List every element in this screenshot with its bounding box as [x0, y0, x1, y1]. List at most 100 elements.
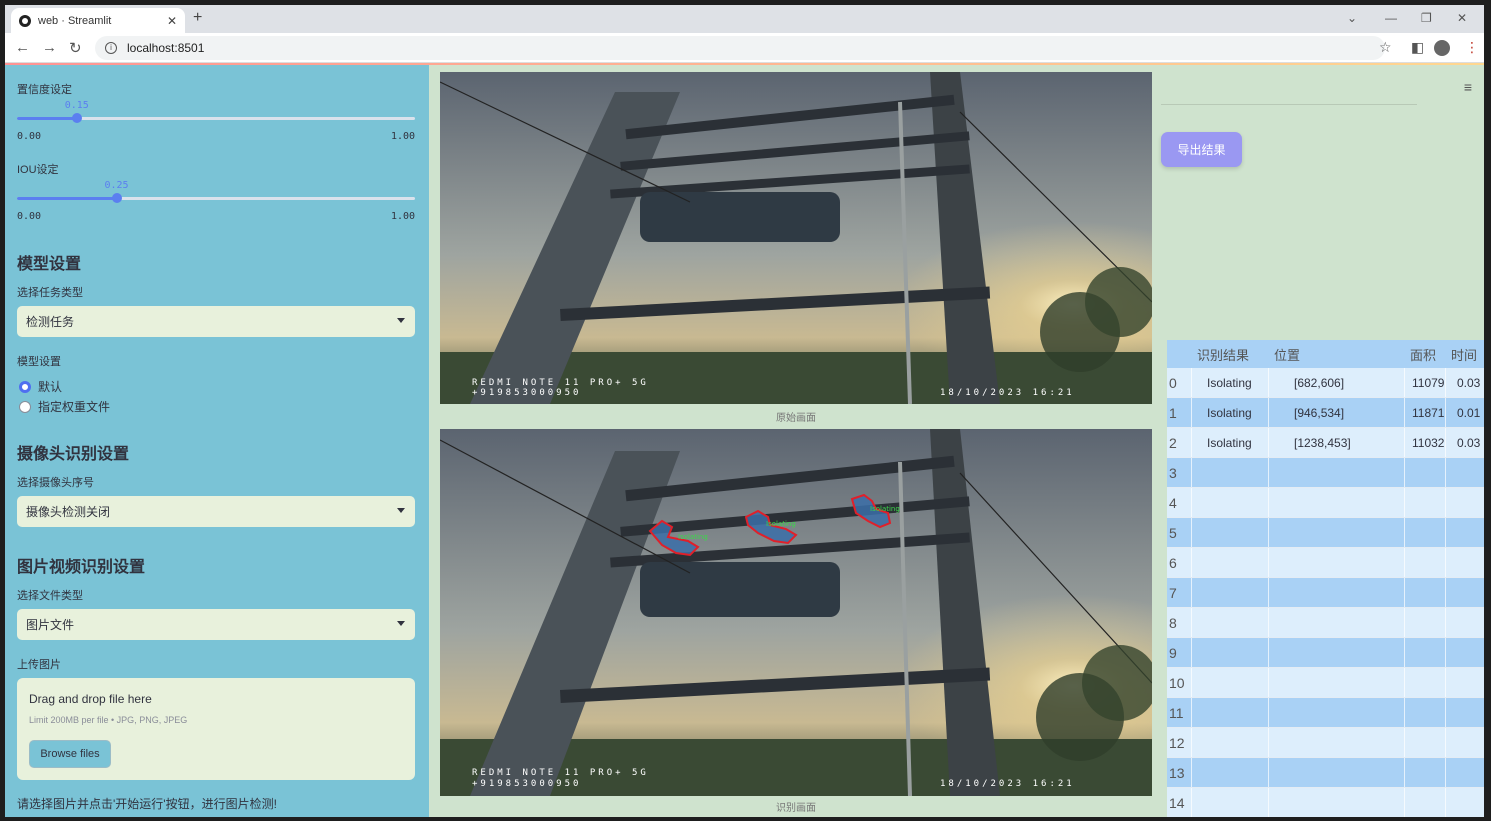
column-divider — [1191, 608, 1192, 637]
cell-result: Isolating — [1207, 375, 1252, 390]
table-row[interactable]: 8 — [1167, 608, 1484, 638]
back-icon[interactable]: ← — [15, 39, 30, 56]
table-row[interactable]: 13 — [1167, 758, 1484, 788]
column-divider — [1404, 578, 1405, 607]
table-row[interactable]: 2 Isolating [1238,453] 11032 0.03 — [1167, 428, 1484, 458]
radio-unselected-icon — [19, 400, 31, 413]
model-option-custom-weights[interactable]: 指定权重文件 — [19, 398, 110, 415]
result-image: Isolating Isolating Isolating REDMI NOTE… — [440, 429, 1152, 796]
cell-position: [1238,453] — [1294, 435, 1351, 450]
column-divider — [1268, 368, 1269, 397]
column-divider — [1191, 638, 1192, 667]
column-divider — [1191, 488, 1192, 517]
header-time[interactable]: 时间 — [1451, 340, 1477, 368]
column-divider — [1445, 398, 1446, 427]
confidence-label: 置信度设定 — [17, 84, 72, 96]
column-divider — [1445, 638, 1446, 667]
column-divider — [1268, 488, 1269, 517]
url-field[interactable]: i localhost:8501 — [95, 36, 1385, 60]
confidence-value: 0.15 — [64, 100, 89, 111]
table-row[interactable]: 10 — [1167, 668, 1484, 698]
table-row[interactable]: 1 Isolating [946,534] 11871 0.01 — [1167, 398, 1484, 428]
confidence-slider-thumb[interactable] — [71, 113, 82, 123]
camera-index-value: 摄像头检测关闭 — [26, 505, 111, 519]
column-divider — [1404, 728, 1405, 757]
header-result[interactable]: 识别结果 — [1197, 340, 1249, 368]
radio-selected-icon — [19, 380, 31, 393]
iou-max: 1.00 — [391, 211, 416, 222]
tab-bar: web · Streamlit ✕ + ⌄ — ❐ ✕ — [5, 5, 1484, 33]
cell-area: 11079 — [1412, 375, 1445, 390]
column-divider — [1191, 758, 1192, 787]
hamburger-menu-icon[interactable]: ≡ — [1464, 79, 1472, 95]
close-tab-icon[interactable]: ✕ — [167, 14, 177, 28]
column-divider — [1404, 458, 1405, 487]
column-divider — [1404, 758, 1405, 787]
site-info-icon[interactable]: i — [105, 42, 117, 54]
file-type-select[interactable]: 图片文件 — [17, 609, 415, 640]
column-divider — [1191, 728, 1192, 757]
results-table[interactable]: 识别结果 位置 面积 时间 0 Isolating [682,606] 11079 0.… — [1167, 340, 1484, 817]
divider — [1161, 104, 1417, 105]
cell-time: 0.03 — [1457, 375, 1481, 390]
column-divider — [1191, 368, 1192, 397]
table-row[interactable]: 12 — [1167, 728, 1484, 758]
minimize-icon[interactable]: — — [1385, 11, 1397, 25]
restore-icon[interactable]: ❐ — [1421, 11, 1432, 25]
photo-timestamp-text: 18/10/2023 16:21 — [940, 388, 1075, 398]
forward-icon[interactable]: → — [42, 39, 57, 56]
new-tab-icon[interactable]: + — [193, 9, 202, 27]
menu-kebab-icon[interactable]: ⋮ — [1465, 39, 1479, 56]
side-panel-icon[interactable]: ◧ — [1411, 39, 1424, 56]
table-row[interactable]: 14 — [1167, 788, 1484, 817]
table-row[interactable]: 5 — [1167, 518, 1484, 548]
table-row[interactable]: 3 — [1167, 458, 1484, 488]
column-divider — [1268, 458, 1269, 487]
dropzone-text: Drag and drop file here — [29, 692, 152, 706]
chevron-down-icon — [397, 508, 405, 513]
cell-result: Isolating — [1207, 405, 1252, 420]
browser-tab[interactable]: web · Streamlit ✕ — [11, 8, 185, 33]
profile-avatar-icon[interactable] — [1434, 40, 1450, 56]
camera-section-title: 摄像头识别设置 — [17, 446, 130, 463]
cell-area: 11871 — [1412, 405, 1445, 420]
tab-search-icon[interactable]: ⌄ — [1347, 11, 1357, 25]
close-window-icon[interactable]: ✕ — [1457, 11, 1467, 25]
row-index: 5 — [1169, 524, 1177, 541]
confidence-slider[interactable] — [17, 113, 415, 123]
browse-files-button[interactable]: Browse files — [29, 740, 111, 768]
column-divider — [1404, 368, 1405, 397]
camera-index-select[interactable]: 摄像头检测关闭 — [17, 496, 415, 527]
model-option-default[interactable]: 默认 — [19, 378, 62, 395]
column-divider — [1268, 548, 1269, 577]
table-row[interactable]: 11 — [1167, 698, 1484, 728]
detection-label: Isolating — [766, 520, 796, 528]
file-dropzone[interactable]: Drag and drop file here Limit 200MB per … — [17, 678, 415, 780]
column-divider — [1268, 668, 1269, 697]
original-image: REDMI NOTE 11 PRO+ 5G +919853000950 18/1… — [440, 72, 1152, 404]
power-pole-photo: REDMI NOTE 11 PRO+ 5G +919853000950 18/1… — [440, 72, 1152, 404]
bookmark-star-icon[interactable]: ☆ — [1379, 39, 1392, 56]
iou-slider-thumb[interactable] — [111, 193, 122, 203]
cell-area: 11032 — [1412, 435, 1445, 450]
header-position[interactable]: 位置 — [1274, 340, 1300, 368]
table-row[interactable]: 9 — [1167, 638, 1484, 668]
table-row[interactable]: 4 — [1167, 488, 1484, 518]
upload-label: 上传图片 — [17, 659, 61, 671]
cell-time: 0.01 — [1457, 405, 1481, 420]
row-index: 11 — [1169, 704, 1184, 721]
table-row[interactable]: 6 — [1167, 548, 1484, 578]
browser-window: web · Streamlit ✕ + ⌄ — ❐ ✕ ← → ↻ i loca… — [5, 5, 1484, 817]
iou-slider[interactable] — [17, 193, 415, 203]
column-divider — [1404, 518, 1405, 547]
iou-value: 0.25 — [104, 180, 129, 191]
sidebar: 置信度设定 0.15 0.00 1.00 IOU设定 0.25 0.00 1.0… — [5, 65, 429, 817]
export-results-button[interactable]: 导出结果 — [1161, 132, 1242, 167]
reload-icon[interactable]: ↻ — [69, 39, 82, 57]
task-type-select[interactable]: 检测任务 — [17, 306, 415, 337]
column-divider — [1404, 698, 1405, 727]
table-row[interactable]: 0 Isolating [682,606] 11079 0.03 — [1167, 368, 1484, 398]
table-row[interactable]: 7 — [1167, 578, 1484, 608]
header-area[interactable]: 面积 — [1410, 340, 1436, 368]
column-divider — [1191, 578, 1192, 607]
